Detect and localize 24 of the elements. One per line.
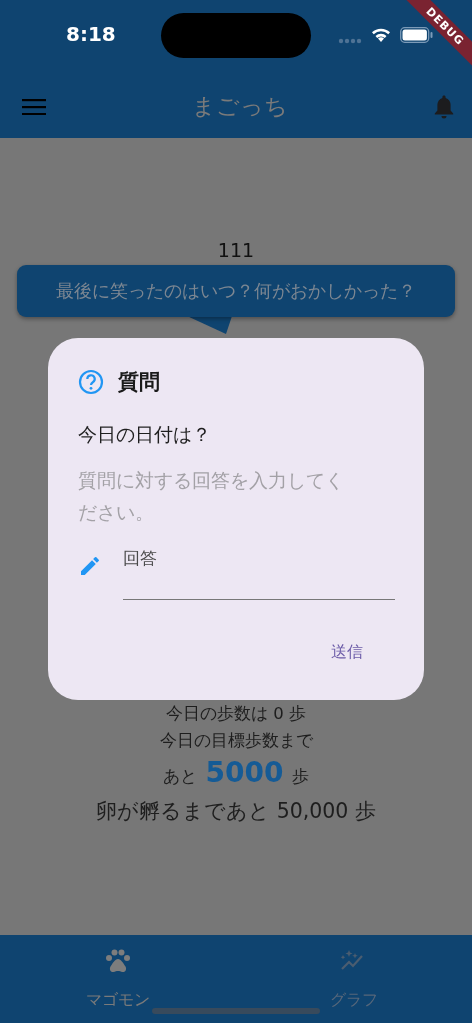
tooltip-pointer <box>187 316 232 334</box>
pencil-icon <box>78 554 102 578</box>
remaining-prefix: あと <box>162 766 197 788</box>
app-title: まごっち <box>192 92 288 121</box>
send-button[interactable]: 送信 <box>321 636 373 669</box>
answer-field[interactable]: 回答 <box>123 546 395 600</box>
wifi-icon <box>371 27 391 42</box>
counter-text: 111 <box>217 239 255 261</box>
today-steps-text: 今日の歩数は 0 歩 <box>166 703 306 725</box>
signal-icon <box>338 38 362 44</box>
dialog-title: 質問 <box>118 369 160 396</box>
remaining-steps: 5000 <box>205 756 284 789</box>
help-icon <box>78 369 104 395</box>
steps-unit: 歩 <box>292 766 310 788</box>
goal-label: 今日の目標歩数まで <box>159 730 313 752</box>
menu-icon[interactable] <box>22 98 46 115</box>
bell-icon[interactable] <box>434 94 454 119</box>
clock-time: 8:18 <box>66 22 116 46</box>
nav-tab[interactable]: グラフ <box>236 935 472 1023</box>
question-text: 今日の日付は？ <box>78 422 212 447</box>
nav-tab[interactable]: マゴモン <box>0 935 236 1023</box>
hatch-steps-text: 卵が孵るまであと 50,000 歩 <box>96 798 376 825</box>
instruction-text: 質問に対する回答を入力してください。 <box>78 468 345 525</box>
paw-icon <box>105 949 131 973</box>
